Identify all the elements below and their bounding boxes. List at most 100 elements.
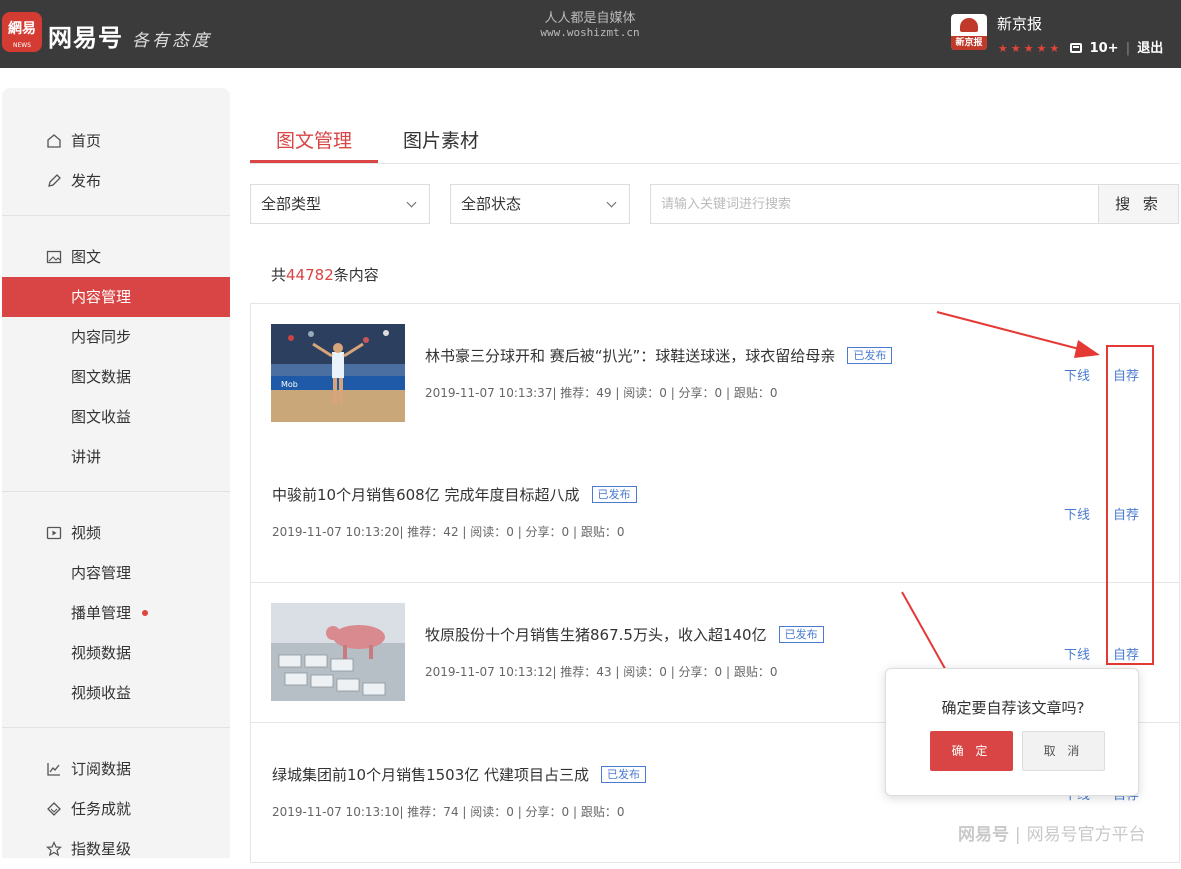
- article-thumbnail-piggy[interactable]: [271, 603, 405, 701]
- sidebar-item-label: 图文数据: [71, 368, 132, 386]
- content-count: 共44782条内容: [271, 264, 379, 285]
- sidebar-divider: [2, 727, 230, 728]
- star-icon: [46, 841, 62, 857]
- status-select[interactable]: 全部状态: [450, 184, 630, 224]
- offline-link[interactable]: 下线: [1064, 644, 1090, 663]
- sidebar-item-label: 播单管理: [71, 604, 132, 622]
- offline-link[interactable]: 下线: [1064, 365, 1090, 384]
- top-watermark-line2: www.woshizmt.cn: [540, 26, 640, 39]
- bottom-watermark-text: 网易号官方平台: [1026, 825, 1146, 845]
- top-watermark-line1: 人人都是自媒体: [544, 11, 636, 26]
- confirm-cancel-button[interactable]: 取 消: [1022, 731, 1105, 771]
- brand-slogan: 各有态度: [132, 31, 212, 51]
- sidebar-item-label: 视频数据: [71, 644, 132, 662]
- account-status-row: ★★★★★ 10+ | 退出: [998, 37, 1163, 56]
- sidebar-item-tasks[interactable]: 任务成就: [2, 789, 230, 829]
- sidebar-item-publish[interactable]: 发布: [2, 161, 230, 201]
- sidebar-item-label: 首页: [71, 132, 102, 150]
- sidebar-item-video-content[interactable]: 内容管理: [2, 553, 230, 593]
- mail-icon[interactable]: [1070, 43, 1083, 53]
- offline-link[interactable]: 下线: [1064, 504, 1090, 523]
- article-title-row: 林书豪三分球开和 赛后被“扒光”：球鞋送球迷，球衣留给母亲 已发布: [425, 345, 893, 366]
- svg-text:Mob: Mob: [281, 380, 298, 389]
- sidebar-item-label: 内容同步: [71, 328, 132, 346]
- sidebar-item-label: 图文: [71, 248, 102, 266]
- avatar-building-icon: [960, 18, 978, 32]
- sidebar-item-label: 指数星级: [71, 840, 132, 858]
- sidebar-item-article-income[interactable]: 图文收益: [2, 397, 230, 437]
- sidebar-item-home[interactable]: 首页: [2, 121, 230, 161]
- article-row: Mob 林书豪三分球开和 赛后被“扒光”：球鞋送球迷，球衣留给母亲 已发布 201…: [251, 304, 1179, 444]
- bottom-watermark-divider: |: [1014, 825, 1021, 845]
- top-watermark: 人人都是自媒体 www.woshizmt.cn: [520, 7, 660, 39]
- notification-count[interactable]: 10+: [1090, 41, 1119, 56]
- article-title[interactable]: 绿城集团前10个月销售1503亿 代建项目占三成: [272, 766, 589, 784]
- article-thumbnail-basketball[interactable]: Mob: [271, 324, 405, 422]
- sidebar-item-label: 视频: [71, 524, 102, 542]
- new-dot-badge: [142, 610, 148, 616]
- logo-badge-text: 網易: [8, 21, 36, 37]
- sidebar-item-video-income[interactable]: 视频收益: [2, 673, 230, 713]
- type-select-value: 全部类型: [261, 195, 322, 213]
- sidebar-item-label: 图文收益: [71, 408, 132, 426]
- status-badge: 已发布: [847, 347, 893, 364]
- confirm-recommend-popup: 确定要自荐该文章吗? 确 定 取 消: [885, 668, 1139, 796]
- chevron-down-icon: [606, 197, 617, 208]
- article-meta: 2019-11-07 10:13:10| 推荐：74 | 阅读：0 | 分享：0…: [272, 805, 625, 819]
- bottom-watermark-brand: 网易号: [958, 825, 1009, 845]
- article-meta: 2019-11-07 10:13:12| 推荐：43 | 阅读：0 | 分享：0…: [425, 665, 778, 679]
- netease-logo-icon[interactable]: 網易 NEWS: [2, 12, 42, 52]
- logout-link[interactable]: 退出: [1137, 41, 1163, 56]
- sidebar-item-playlist[interactable]: 播单管理: [2, 593, 230, 633]
- tab-divider: [250, 163, 1180, 164]
- article-title-row: 中骏前10个月销售608亿 完成年度目标超八成 已发布: [272, 484, 637, 505]
- status-select-value: 全部状态: [461, 195, 522, 213]
- article-title-row: 绿城集团前10个月销售1503亿 代建项目占三成 已发布: [272, 764, 647, 785]
- article-title[interactable]: 中骏前10个月销售608亿 完成年度目标超八成: [272, 486, 580, 504]
- top-bar: 網易 NEWS 网易号 各有态度 人人都是自媒体 www.woshizmt.cn…: [0, 0, 1181, 68]
- chevron-down-icon: [406, 197, 417, 208]
- divider: |: [1125, 41, 1131, 56]
- sidebar-item-article-data[interactable]: 图文数据: [2, 357, 230, 397]
- count-prefix: 共: [271, 266, 287, 284]
- article-title[interactable]: 林书豪三分球开和 赛后被“扒光”：球鞋送球迷，球衣留给母亲: [425, 347, 835, 365]
- status-badge: 已发布: [601, 766, 647, 783]
- sidebar-divider: [2, 491, 230, 492]
- confirm-ok-button[interactable]: 确 定: [930, 731, 1013, 771]
- sidebar-item-index-level[interactable]: 指数星级: [2, 829, 230, 869]
- article-meta: 2019-11-07 10:13:20| 推荐：42 | 阅读：0 | 分享：0…: [272, 525, 625, 539]
- account-avatar[interactable]: 新京报: [951, 14, 987, 50]
- sidebar-item-subscription[interactable]: 订阅数据: [2, 749, 230, 789]
- image-icon: [46, 250, 62, 264]
- sidebar-item-label: 任务成就: [71, 800, 132, 818]
- article-title[interactable]: 牧原股份十个月销售生猪867.5万头，收入超140亿: [425, 626, 767, 644]
- status-badge: 已发布: [778, 626, 824, 643]
- sidebar-divider: [2, 215, 230, 216]
- sidebar-item-jiangjiang[interactable]: 讲讲: [2, 437, 230, 477]
- sidebar-item-content-sync[interactable]: 内容同步: [2, 317, 230, 357]
- sidebar-item-label: 订阅数据: [71, 760, 132, 778]
- home-icon: [47, 134, 61, 148]
- sidebar-item-label: 发布: [71, 172, 102, 190]
- article-row: 中骏前10个月销售608亿 完成年度目标超八成 已发布 2019-11-07 10…: [251, 443, 1179, 583]
- type-select[interactable]: 全部类型: [250, 184, 430, 224]
- annotation-highlight-box: [1106, 345, 1154, 665]
- confirm-question: 确定要自荐该文章吗?: [941, 699, 1085, 717]
- star-rating: ★★★★★: [998, 42, 1063, 55]
- sidebar-item-video-data[interactable]: 视频数据: [2, 633, 230, 673]
- sidebar: 首页 发布 图文 内容管理 内容同步 图文数据 图文收益 讲讲 视频 内容管理 …: [2, 88, 230, 858]
- basketball-photo-icon: Mob: [271, 324, 405, 422]
- tab-article-manage[interactable]: 图文管理: [276, 126, 352, 153]
- count-number: 44782: [286, 266, 334, 284]
- sidebar-section-video[interactable]: 视频: [2, 513, 230, 553]
- search-button[interactable]: 搜 索: [1098, 184, 1179, 224]
- sidebar-section-article[interactable]: 图文: [2, 237, 230, 277]
- sidebar-item-content-manage[interactable]: 内容管理: [2, 277, 230, 317]
- account-name[interactable]: 新京报: [997, 13, 1042, 34]
- brand-name[interactable]: 网易号: [48, 18, 123, 53]
- status-badge: 已发布: [591, 486, 637, 503]
- search-input[interactable]: [650, 184, 1099, 224]
- bottom-watermark: 网易号 | 网易号官方平台: [958, 820, 1146, 845]
- tab-image-material[interactable]: 图片素材: [403, 126, 479, 153]
- sidebar-item-label: 内容管理: [71, 564, 132, 582]
